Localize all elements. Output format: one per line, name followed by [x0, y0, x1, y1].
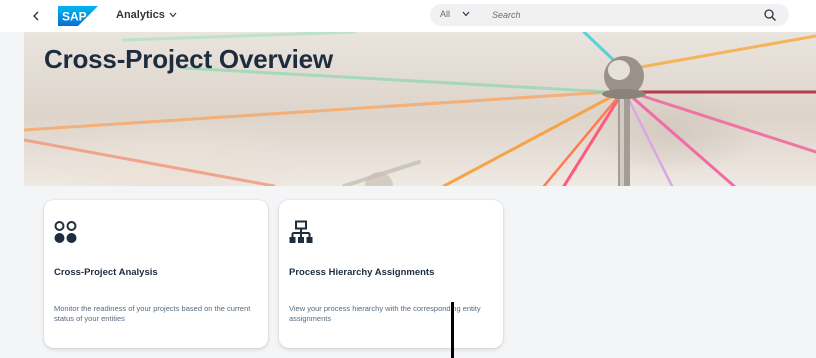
card-title: Cross-Project Analysis	[54, 267, 158, 278]
search-input[interactable]	[492, 6, 742, 24]
shell-bar: SAP Analytics All	[0, 0, 816, 32]
search-icon[interactable]	[763, 8, 777, 22]
search-scope-value: All	[440, 9, 451, 19]
chevron-down-icon	[462, 11, 470, 17]
chevron-left-icon	[33, 11, 39, 21]
search-scope-select[interactable]: All	[440, 9, 470, 19]
search-box: All	[430, 4, 789, 26]
card-title: Process Hierarchy Assignments	[289, 267, 435, 278]
card-cross-project-analysis[interactable]: Cross-Project Analysis Monitor the readi…	[44, 200, 268, 348]
sap-logo[interactable]: SAP	[58, 6, 98, 26]
header-banner: Cross-Project Overview	[24, 32, 816, 186]
circles-grid-icon	[54, 221, 77, 243]
hierarchy-icon	[289, 220, 313, 243]
back-button[interactable]	[28, 8, 44, 24]
chevron-down-icon	[169, 12, 177, 18]
page-title: Cross-Project Overview	[44, 44, 333, 74]
app-title-menu[interactable]: Analytics	[116, 9, 177, 21]
text-cursor-bar	[451, 302, 454, 358]
card-description: Monitor the readiness of your projects b…	[54, 304, 251, 323]
card-description: View your process hierarchy with the cor…	[289, 304, 481, 323]
svg-text:SAP: SAP	[62, 10, 87, 24]
card-process-hierarchy-assignments[interactable]: Process Hierarchy Assignments View your …	[279, 200, 503, 348]
app-title: Analytics	[116, 9, 165, 21]
